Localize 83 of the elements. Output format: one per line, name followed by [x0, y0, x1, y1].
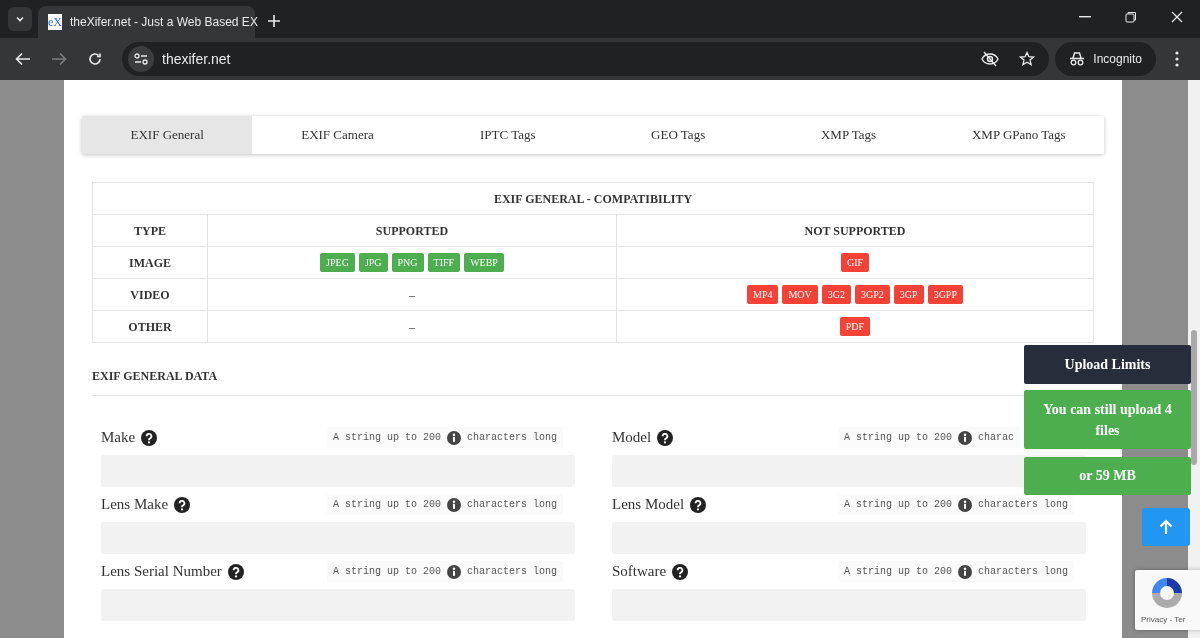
tab[interactable]: XMP Tags — [763, 116, 934, 154]
close-window-icon[interactable] — [1171, 11, 1183, 23]
help-icon[interactable] — [657, 429, 674, 446]
info-icon — [958, 497, 973, 512]
hint-text: characters long — [978, 565, 1069, 579]
back-icon[interactable] — [15, 52, 31, 66]
reload-icon[interactable] — [88, 52, 102, 66]
hint-text: characters long — [467, 498, 558, 512]
eye-slash-icon[interactable] — [981, 51, 1000, 67]
info-icon — [447, 497, 462, 512]
hint-text: characters long — [467, 431, 558, 445]
info-icon — [958, 430, 973, 445]
star-icon[interactable] — [1019, 51, 1036, 67]
hint-text: A string up to 200 — [333, 431, 442, 445]
unsupported-format-tag: 3GP2 — [855, 285, 890, 304]
recaptcha-logo-icon — [1149, 576, 1185, 610]
supported-format-tag: WEBP — [464, 253, 504, 272]
hint-text: A string up to 200 — [844, 431, 953, 445]
tab[interactable]: EXIF General — [82, 116, 253, 154]
table-cell: OTHER — [92, 310, 208, 343]
size-remaining-toast: or 59 MB — [1024, 457, 1191, 495]
minimize-icon[interactable] — [1079, 16, 1091, 18]
unsupported-format-tag: GIF — [840, 253, 870, 272]
hint-text: A string up to 200 — [844, 498, 953, 512]
help-icon[interactable] — [141, 429, 158, 446]
unsupported-format-tag: 3GP — [893, 285, 924, 304]
unsupported-format-tag: PDF — [839, 317, 871, 336]
help-icon[interactable] — [227, 563, 244, 580]
new-tab-icon[interactable] — [267, 14, 281, 28]
unsupported-format-tag: 3G2 — [821, 285, 852, 304]
tab-search-button[interactable] — [8, 7, 32, 31]
help-icon[interactable] — [672, 563, 689, 580]
supported-format-tag: PNG — [391, 253, 424, 272]
unsupported-format-tag: MP4 — [747, 285, 779, 304]
table-cell: VIDEO — [92, 278, 208, 311]
field-label: Model — [612, 428, 652, 448]
incognito-button[interactable]: Incognito — [1055, 42, 1156, 76]
supported-format-tag: JPEG — [320, 253, 355, 272]
supported-format-tag: JPG — [358, 253, 388, 272]
help-icon[interactable] — [690, 496, 707, 513]
back-to-top-button[interactable] — [1142, 508, 1190, 546]
column-header: SUPPORTED — [207, 214, 617, 247]
recaptcha-badge[interactable]: Privacy - Ter — [1135, 570, 1200, 630]
info-icon — [958, 564, 973, 579]
unsupported-format-tag: MOV — [782, 285, 818, 304]
hint-text: A string up to 200 — [333, 565, 442, 579]
hint-text: charac — [978, 431, 1015, 445]
site-settings-icon[interactable] — [134, 53, 148, 65]
hint-text: A string up to 200 — [333, 498, 442, 512]
hint-text: A string up to 200 — [844, 565, 953, 579]
table-cell: IMAGE — [92, 246, 208, 279]
column-header: TYPE — [92, 214, 208, 247]
address-bar[interactable]: thexifer.net — [122, 42, 1050, 76]
field-label: Lens Make — [101, 495, 169, 515]
help-icon[interactable] — [174, 496, 191, 513]
field-label: Make — [101, 428, 136, 448]
tab[interactable]: GEO Tags — [593, 116, 764, 154]
site-favicon: eX — [48, 14, 62, 30]
supported-format-tag: TIFF — [427, 253, 461, 272]
table-title: EXIF GENERAL - COMPATIBILITY — [92, 182, 1094, 215]
info-icon — [447, 564, 462, 579]
unsupported-format-tag: 3GPP — [927, 285, 963, 304]
forward-icon[interactable] — [51, 52, 67, 66]
table-cell: – — [409, 319, 415, 334]
hint-text: characters long — [978, 498, 1069, 512]
field-label: Software — [612, 562, 667, 582]
table-cell: – — [409, 287, 415, 302]
menu-icon[interactable] — [1175, 51, 1179, 67]
arrow-up-icon — [1159, 519, 1173, 535]
info-icon — [447, 430, 462, 445]
url-text: thexifer.net — [162, 49, 231, 69]
privacy-terms-text: Privacy - Ter — [1141, 614, 1186, 626]
field-label: Lens Model — [612, 495, 685, 515]
hint-text: characters long — [467, 565, 558, 579]
tab[interactable]: IPTC Tags — [422, 116, 593, 154]
files-remaining-toast: You can still upload 4 files — [1024, 390, 1191, 449]
restore-icon[interactable] — [1125, 11, 1137, 23]
tab[interactable]: EXIF Camera — [252, 116, 423, 154]
tab-title: theXifer.net - Just a Web Based EX — [70, 14, 258, 31]
field-label: Lens Serial Number — [101, 562, 222, 582]
tab[interactable]: XMP GPano Tags — [933, 116, 1104, 154]
column-header: NOT SUPPORTED — [616, 214, 1094, 247]
incognito-icon — [1069, 52, 1086, 66]
